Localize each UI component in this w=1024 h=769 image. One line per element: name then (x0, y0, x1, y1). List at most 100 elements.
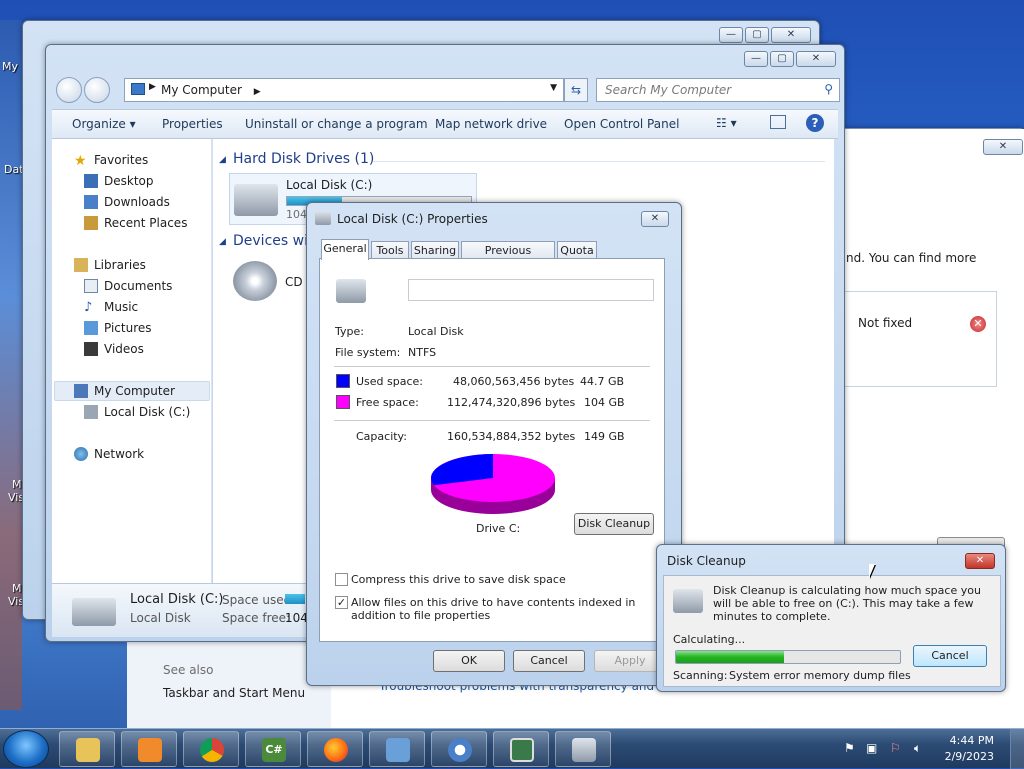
minimize-button[interactable]: — (744, 51, 768, 67)
nav-music[interactable]: ♪ Music (84, 300, 138, 315)
nav-local-disk[interactable]: Local Disk (C:) (84, 405, 190, 419)
compress-checkbox[interactable] (335, 573, 348, 586)
breadcrumb-arrow-icon: ▶ (149, 82, 156, 92)
taskbar-firefox[interactable] (307, 731, 363, 767)
address-bar[interactable]: ▶ My Computer ▶ ▼ (124, 78, 564, 102)
used-space-gb: 44.7 GB (580, 375, 625, 388)
show-desktop-button[interactable] (1010, 729, 1024, 769)
nav-my-computer[interactable]: My Computer (74, 384, 175, 398)
flag-icon[interactable]: ⚑ (844, 741, 855, 755)
cancel-button[interactable]: Cancel (913, 645, 987, 667)
taskbar-media-player[interactable] (121, 731, 177, 767)
media-player-icon (138, 738, 162, 762)
libraries-icon (74, 258, 88, 272)
nav-videos[interactable]: Videos (84, 342, 144, 356)
forward-button[interactable] (84, 77, 110, 103)
properties-dialog[interactable]: Local Disk (C:) Properties ✕ General Too… (306, 202, 682, 686)
search-placeholder: Search My Computer (605, 83, 732, 97)
drive-label-input[interactable] (408, 279, 654, 301)
taskbar-disk-cleanup[interactable] (555, 731, 611, 767)
index-checkbox[interactable]: ✓ (335, 596, 348, 609)
details-type: Local Disk (130, 611, 191, 625)
uninstall-button[interactable]: Uninstall or change a program (245, 117, 428, 131)
taskbar-control-panel[interactable] (369, 731, 425, 767)
taskbar-eyes[interactable] (431, 731, 487, 767)
network-tray-icon[interactable]: ▣ (866, 741, 877, 755)
map-network-drive-button[interactable]: Map network drive (435, 117, 547, 131)
tab-tools[interactable]: Tools (371, 241, 409, 259)
taskbar-start-link[interactable]: Taskbar and Start Menu (163, 686, 305, 700)
search-input[interactable]: Search My Computer ⚲ (596, 78, 840, 102)
nav-favorites[interactable]: ★ Favorites (74, 153, 148, 169)
desktop-icon-label[interactable]: My (2, 60, 18, 73)
properties-button[interactable]: Properties (162, 117, 223, 131)
collapse-icon: ◢ (219, 237, 226, 247)
tab-previous-versions[interactable]: Previous Versions (461, 241, 555, 270)
see-also-heading: See also (163, 663, 214, 677)
nav-network[interactable]: Network (74, 447, 144, 461)
view-options-icon[interactable]: ☷ ▾ (716, 116, 737, 130)
refresh-button[interactable]: ⇆ (564, 78, 588, 102)
drive-size-text: 104 (286, 208, 307, 221)
nav-documents[interactable]: Documents (84, 279, 172, 293)
organize-menu[interactable]: Organize ▾ (72, 117, 136, 131)
disk-cleanup-dialog[interactable]: Disk Cleanup ✕ Disk Cleanup is calculati… (656, 544, 1006, 692)
group-header-hdd[interactable]: ◢ Hard Disk Drives (1) (219, 151, 374, 167)
free-space-gb: 104 GB (584, 396, 625, 409)
search-icon[interactable]: ⚲ (824, 82, 833, 96)
preview-pane-icon[interactable] (770, 115, 786, 129)
drive-icon (234, 184, 278, 216)
cd-drive-icon[interactable] (233, 261, 277, 301)
minimize-button[interactable]: — (719, 27, 743, 43)
start-button[interactable] (3, 730, 49, 768)
open-control-panel-button[interactable]: Open Control Panel (564, 117, 679, 131)
eyes-icon (448, 738, 472, 762)
taskbar-csharp[interactable]: C# (245, 731, 301, 767)
disk-cleanup-button[interactable]: Disk Cleanup (574, 513, 654, 535)
compress-label: Compress this drive to save disk space (351, 573, 566, 586)
desktop-icon-label[interactable]: M (12, 478, 22, 491)
taskbar-explorer[interactable] (59, 731, 115, 767)
tab-sharing[interactable]: Sharing (411, 241, 459, 259)
navigation-bar: ▶ My Computer ▶ ▼ ⇆ Search My Computer ⚲ (52, 75, 840, 105)
chevron-down-icon[interactable]: ▼ (550, 83, 557, 93)
downloads-icon (84, 195, 98, 209)
help-icon[interactable]: ? (806, 114, 824, 132)
control-panel-icon (386, 738, 410, 762)
taskbar-chrome[interactable] (183, 731, 239, 767)
clock[interactable]: 4:44 PM 2/9/2023 (945, 733, 994, 765)
close-button[interactable]: ✕ (965, 553, 995, 569)
tab-general[interactable]: General (321, 239, 369, 260)
star-icon: ★ (74, 153, 87, 169)
security-tray-icon[interactable]: ⚐ (890, 741, 901, 755)
drive-icon (336, 279, 366, 303)
details-usage-bar (285, 594, 305, 604)
nav-desktop[interactable]: Desktop (84, 174, 154, 188)
desktop-icon-label[interactable]: Dat (4, 163, 24, 176)
close-button[interactable]: ✕ (641, 211, 669, 227)
capacity-bytes: 160,534,884,352 bytes (447, 430, 576, 443)
dialog-title: Local Disk (C:) Properties (337, 212, 488, 226)
close-button[interactable]: ✕ (796, 51, 836, 67)
desktop-icon-label[interactable]: M (12, 582, 22, 595)
chevron-right-icon: ▶ (253, 87, 261, 97)
group-header-devices[interactable]: ◢ Devices wi (219, 233, 308, 249)
nav-pictures[interactable]: Pictures (84, 321, 152, 335)
back-button[interactable] (56, 77, 82, 103)
nav-recent-places[interactable]: Recent Places (84, 216, 187, 230)
volume-icon[interactable]: 🔈︎ (914, 741, 921, 756)
details-free-label: Space free: (222, 611, 291, 625)
close-button[interactable]: ✕ (983, 139, 1023, 155)
nav-libraries[interactable]: Libraries (74, 258, 146, 272)
tab-quota[interactable]: Quota (557, 241, 597, 259)
cleanup-progress-bar (675, 650, 901, 664)
ok-button[interactable]: OK (433, 650, 505, 672)
maximize-button[interactable]: ▢ (745, 27, 769, 43)
firefox-icon (324, 738, 348, 762)
close-button[interactable]: ✕ (771, 27, 811, 43)
taskbar-monitor[interactable] (493, 731, 549, 767)
cancel-button[interactable]: Cancel (513, 650, 585, 672)
maximize-button[interactable]: ▢ (770, 51, 794, 67)
disk-usage-pie (431, 454, 555, 514)
nav-downloads[interactable]: Downloads (84, 195, 170, 209)
